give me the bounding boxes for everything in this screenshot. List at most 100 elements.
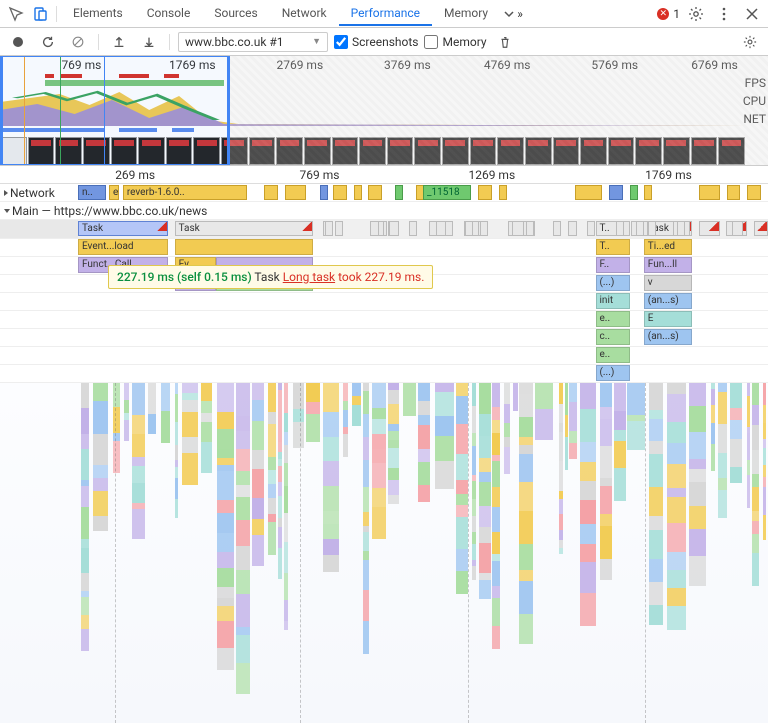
call-stack[interactable]: Event...loadT..Ti...edFunct...CallEv...F…	[0, 239, 768, 383]
stack-frame[interactable]: (an...s)	[644, 329, 692, 345]
flame-column[interactable]	[730, 383, 742, 723]
flame-chart[interactable]	[0, 383, 768, 723]
task-block[interactable]	[429, 221, 437, 236]
network-request[interactable]	[699, 185, 720, 200]
flame-column[interactable]	[472, 383, 476, 723]
settings-icon[interactable]	[684, 2, 708, 26]
flame-column[interactable]	[268, 383, 276, 723]
task-block[interactable]	[699, 221, 720, 236]
flame-column[interactable]	[763, 383, 766, 723]
flame-column[interactable]	[492, 383, 500, 723]
task-block[interactable]	[409, 221, 417, 236]
task-lane[interactable]: TaskTaskT..Task	[0, 220, 768, 239]
network-request[interactable]	[395, 185, 403, 200]
flame-column[interactable]	[513, 383, 518, 723]
task-block[interactable]: Task	[78, 221, 168, 236]
network-track[interactable]: Network n..ereverb-1.6.0.._11518	[0, 184, 768, 202]
network-request[interactable]	[285, 185, 306, 200]
stack-frame[interactable]: E	[644, 311, 692, 327]
network-request[interactable]	[354, 185, 362, 200]
stack-frame[interactable]: Fun...ll	[644, 257, 692, 273]
collapse-icon[interactable]	[4, 209, 10, 213]
stack-frame[interactable]: e..	[596, 311, 631, 327]
overview-selection[interactable]	[0, 56, 230, 165]
tab-network[interactable]: Network	[270, 2, 339, 26]
task-block[interactable]	[568, 221, 576, 236]
device-icon[interactable]	[28, 2, 52, 26]
flame-column[interactable]	[124, 383, 130, 723]
tab-performance[interactable]: Performance	[339, 2, 432, 26]
network-request[interactable]	[747, 185, 761, 200]
task-block[interactable]	[512, 221, 523, 236]
more-tabs-icon[interactable]: »	[500, 2, 524, 26]
network-request[interactable]	[727, 185, 741, 200]
tab-memory[interactable]: Memory	[432, 2, 500, 26]
selection-handle-left[interactable]	[0, 57, 3, 164]
flame-column[interactable]	[236, 383, 250, 723]
task-block[interactable]	[616, 221, 624, 236]
network-request[interactable]	[644, 185, 652, 200]
flame-column[interactable]	[418, 383, 430, 723]
network-request[interactable]	[609, 185, 623, 200]
flame-column[interactable]	[388, 383, 400, 723]
network-request[interactable]: reverb-1.6.0..	[123, 185, 247, 200]
stack-frame[interactable]: F..	[596, 257, 631, 273]
flame-column[interactable]	[352, 383, 362, 723]
flame-column[interactable]	[752, 383, 759, 723]
flame-column[interactable]	[600, 383, 611, 723]
stack-frame[interactable]: init	[596, 293, 631, 309]
task-block[interactable]	[370, 221, 379, 236]
flame-column[interactable]	[284, 383, 288, 723]
flame-column[interactable]	[565, 383, 568, 723]
flame-column[interactable]	[306, 383, 320, 723]
task-block[interactable]	[465, 221, 473, 236]
flame-column[interactable]	[175, 383, 178, 723]
network-request[interactable]	[630, 185, 638, 200]
flame-column[interactable]	[372, 383, 386, 723]
task-block[interactable]	[732, 221, 742, 236]
kebab-icon[interactable]	[712, 2, 736, 26]
stack-frame[interactable]: Event...load	[78, 239, 168, 255]
stack-frame[interactable]: (an...s)	[644, 293, 692, 309]
stack-frame[interactable]: T..	[596, 239, 631, 255]
flame-column[interactable]	[569, 383, 576, 723]
task-block[interactable]	[553, 221, 561, 236]
flame-column[interactable]	[113, 383, 120, 723]
network-request[interactable]: n..	[78, 185, 106, 200]
task-block[interactable]: Task	[175, 221, 313, 236]
flame-column[interactable]	[718, 383, 727, 723]
record-button[interactable]	[6, 31, 30, 53]
stack-frame[interactable]: (...)	[596, 365, 631, 381]
flame-column[interactable]	[559, 383, 563, 723]
flame-column[interactable]	[519, 383, 533, 723]
flame-column[interactable]	[649, 383, 663, 723]
flame-column[interactable]	[81, 383, 89, 723]
task-block[interactable]	[389, 221, 399, 236]
save-profile-button[interactable]	[137, 31, 161, 53]
task-block[interactable]	[587, 221, 595, 236]
flame-column[interactable]	[148, 383, 156, 723]
task-block[interactable]	[648, 221, 656, 236]
flame-column[interactable]	[343, 383, 348, 723]
network-request[interactable]	[333, 185, 347, 200]
clear-button[interactable]	[66, 31, 90, 53]
flame-column[interactable]	[711, 383, 715, 723]
long-task-link[interactable]: Long task	[283, 270, 335, 284]
task-block[interactable]	[526, 221, 534, 236]
flame-column[interactable]	[504, 383, 510, 723]
error-count[interactable]: ✕1	[657, 7, 680, 21]
stack-frame[interactable]: (...)	[596, 275, 631, 291]
flame-column[interactable]	[293, 383, 304, 723]
flame-column[interactable]	[217, 383, 233, 723]
tab-console[interactable]: Console	[135, 2, 203, 26]
task-block[interactable]	[677, 221, 685, 236]
flame-column[interactable]	[132, 383, 145, 723]
gc-button[interactable]	[493, 31, 517, 53]
flame-column[interactable]	[456, 383, 469, 723]
flame-column[interactable]	[479, 383, 491, 723]
network-request[interactable]	[368, 185, 382, 200]
flame-column[interactable]	[161, 383, 170, 723]
task-block[interactable]	[325, 221, 333, 236]
recording-selector[interactable]: www.bbc.co.uk #1▼	[178, 32, 328, 52]
task-block[interactable]	[636, 221, 644, 236]
